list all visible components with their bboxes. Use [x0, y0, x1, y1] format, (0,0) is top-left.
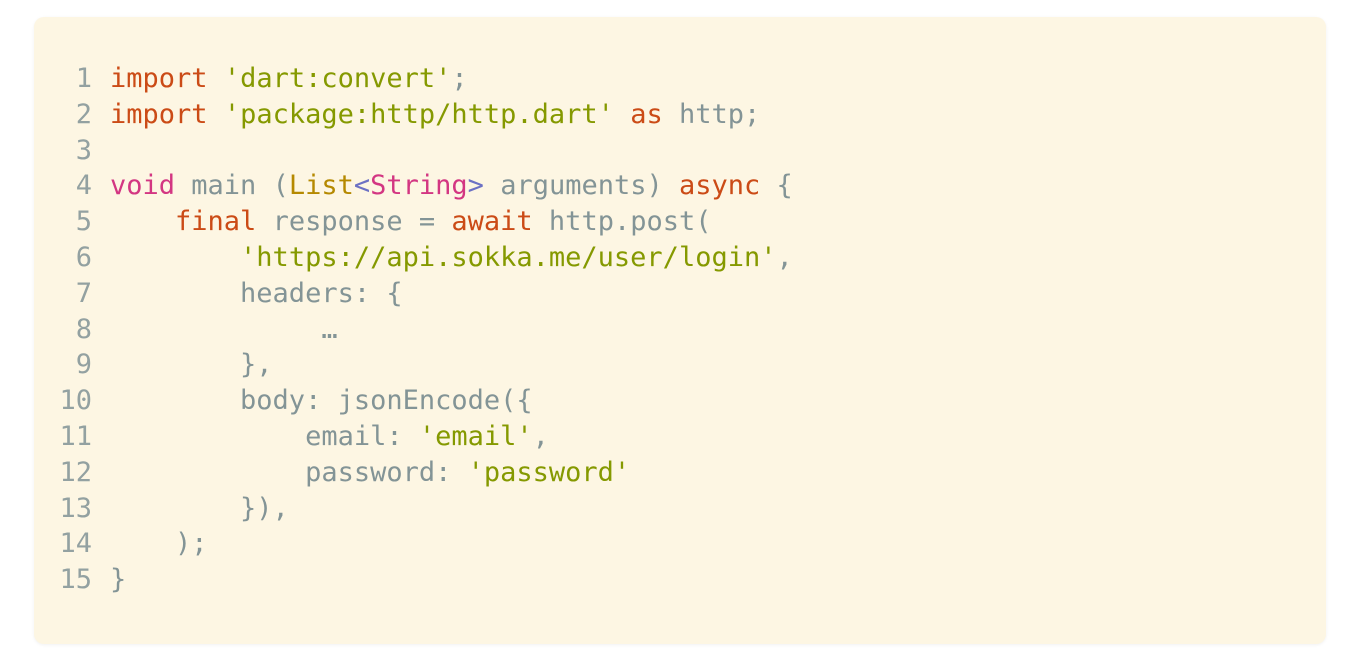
code-token: arguments) [483, 170, 680, 202]
line-number: 13 [59, 492, 92, 524]
line-source: body: jsonEncode({ [110, 383, 533, 419]
code-line: 13 }), [34, 491, 793, 527]
line-number: 11 [59, 420, 92, 452]
code-line: 6 'https://api.sokka.me/user/login', [34, 240, 793, 276]
code-line: 3 [34, 133, 793, 169]
line-number: 10 [59, 385, 92, 417]
code-token: List [288, 170, 354, 202]
code-token: response = [256, 206, 452, 238]
code-block: 1 import 'dart:convert'; 2 import 'package:… [34, 17, 1326, 644]
code-token: import [110, 63, 208, 94]
code-token: , [532, 420, 549, 452]
line-number: 5 [75, 206, 92, 238]
line-number: 4 [75, 170, 92, 202]
code-token: String [370, 170, 468, 202]
code-listing: 1 import 'dart:convert'; 2 import 'package:… [34, 61, 793, 598]
line-number: 14 [59, 528, 92, 560]
code-token: 'email' [418, 420, 533, 452]
code-token: > [467, 170, 484, 202]
line-source: void main (List<String> arguments) async… [110, 168, 793, 204]
line-number: 15 [59, 564, 92, 596]
code-token: async [679, 170, 761, 202]
code-token: as [630, 98, 663, 130]
code-token: }), [110, 492, 289, 524]
line-source: ); [110, 526, 208, 562]
code-token: < [353, 170, 371, 202]
line-source: import 'dart:convert'; [110, 61, 468, 97]
code-token: http; [662, 98, 761, 130]
code-line: 5 final response = await http.post( [34, 204, 793, 240]
line-source: email: 'email', [110, 419, 549, 455]
code-line: 14 ); [34, 526, 793, 562]
line-number: 6 [75, 241, 92, 273]
line-source: password: 'password' [110, 455, 630, 491]
code-token: 'package:http/http.dart' [223, 98, 614, 130]
code-token: ); [110, 528, 208, 560]
code-line: 7 headers: { [34, 276, 793, 312]
code-token: headers: { [110, 277, 403, 309]
code-line: 8 … [34, 312, 793, 348]
code-token: … [110, 313, 338, 345]
code-token: http.post( [532, 206, 712, 238]
code-line: 11 email: 'email', [34, 419, 793, 455]
code-token: main ( [175, 170, 289, 202]
line-number: 9 [75, 349, 92, 381]
code-line: 10 body: jsonEncode({ [34, 383, 793, 419]
code-token: void [110, 170, 176, 202]
line-number: 3 [75, 134, 92, 166]
code-line: 9 }, [34, 347, 793, 383]
code-token: }, [110, 349, 273, 381]
line-number: 12 [59, 456, 92, 488]
code-line: 15} [34, 562, 793, 598]
line-source: } [110, 562, 126, 598]
code-token: import [110, 98, 208, 130]
line-source: }), [110, 491, 289, 527]
code-token: 'https://api.sokka.me/user/login' [240, 241, 777, 273]
line-source: }, [110, 347, 273, 383]
line-source: import 'package:http/http.dart' as http; [110, 97, 760, 133]
code-token: { [760, 170, 793, 202]
code-token: body: jsonEncode({ [110, 385, 533, 417]
code-token: , [776, 241, 793, 273]
line-number: 1 [75, 63, 92, 94]
code-line: 12 password: 'password' [34, 455, 793, 491]
code-token: final [175, 206, 257, 238]
code-line: 2 import 'package:http/http.dart' as http… [34, 97, 793, 133]
code-token: 'password' [467, 456, 631, 488]
code-line: 1 import 'dart:convert'; [34, 61, 793, 97]
line-number: 8 [75, 313, 92, 345]
code-token: 'dart:convert' [223, 63, 452, 94]
line-source: 'https://api.sokka.me/user/login', [110, 240, 793, 276]
code-token: await [451, 206, 533, 238]
code-line: 4 void main (List<String> arguments) asyn… [34, 168, 793, 204]
code-token: password: [110, 456, 468, 488]
line-source: final response = await http.post( [110, 204, 711, 240]
code-token: } [110, 564, 127, 596]
code-token: email: [110, 420, 419, 452]
line-source: … [110, 312, 338, 348]
line-number: 2 [75, 98, 92, 130]
line-source: headers: { [110, 276, 403, 312]
code-token: ; [451, 63, 468, 94]
line-number: 7 [75, 277, 92, 309]
